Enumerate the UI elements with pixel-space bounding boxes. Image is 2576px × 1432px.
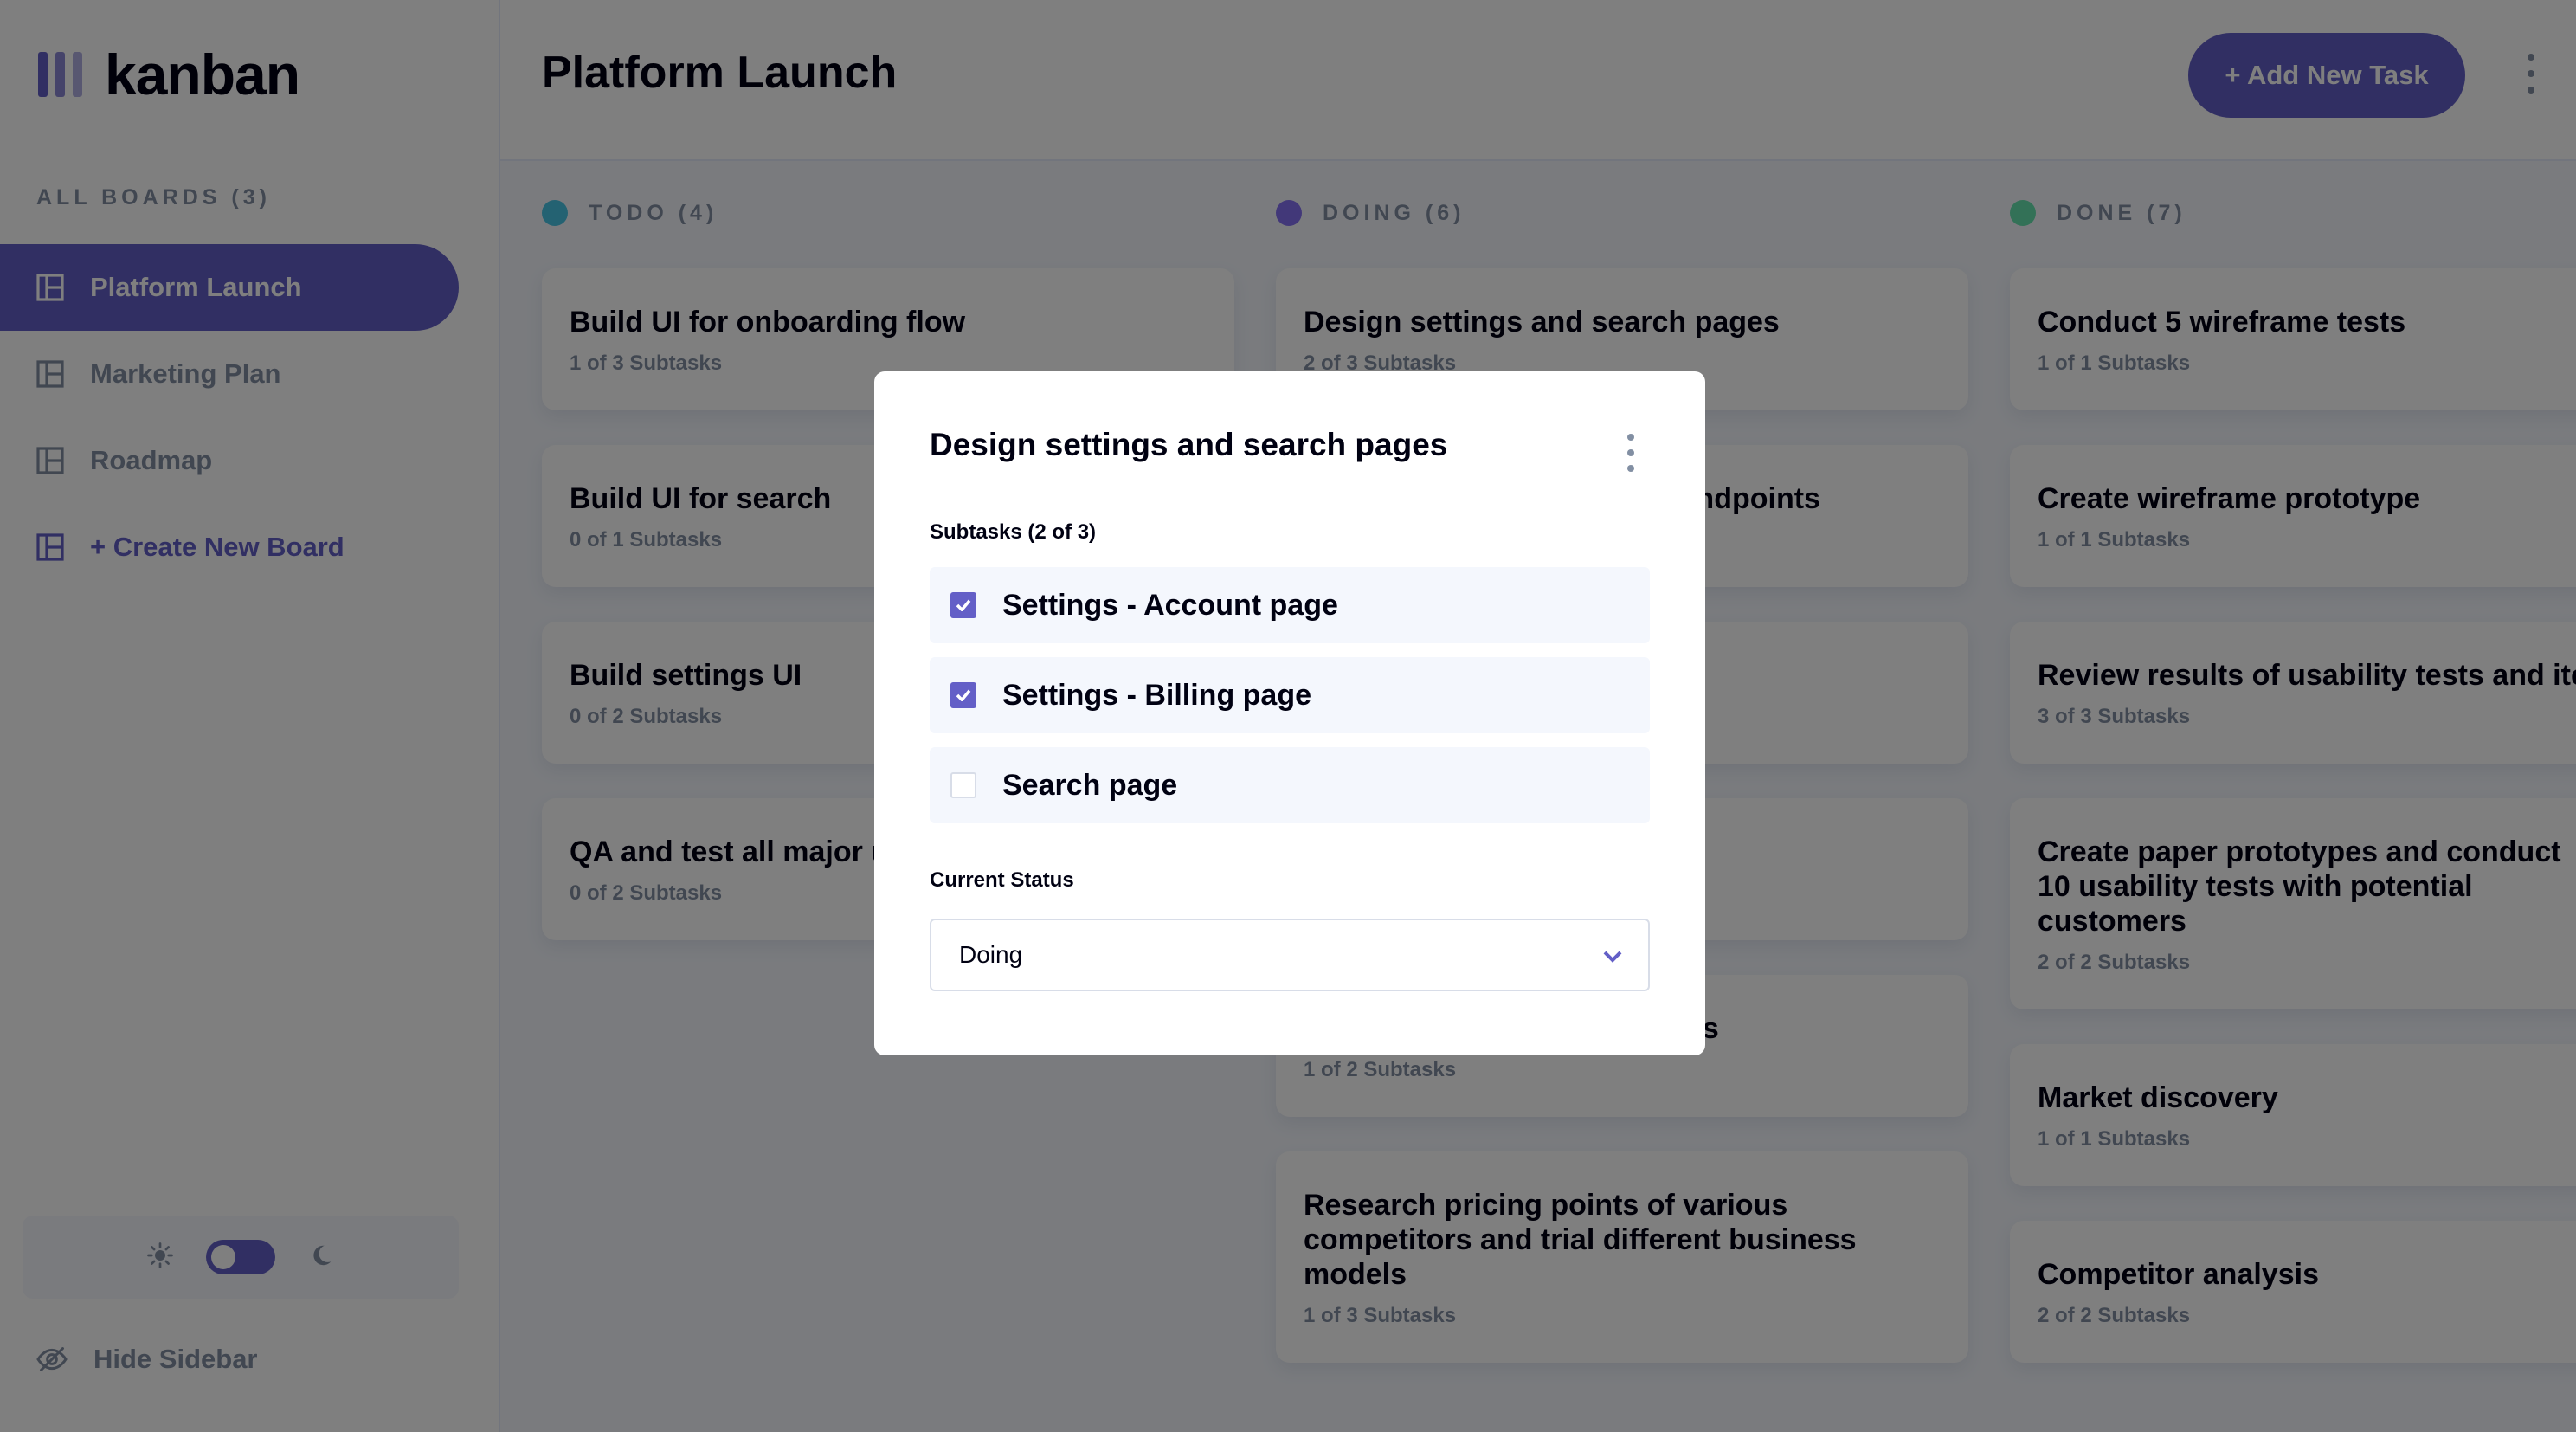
chevron-down-icon: [1603, 941, 1622, 969]
modal-title: Design settings and search pages: [930, 427, 1448, 462]
subtask-item[interactable]: Settings - Billing page: [930, 657, 1650, 733]
subtask-label: Search page: [1002, 768, 1178, 802]
status-select[interactable]: Doing: [930, 919, 1650, 991]
subtasks-label: Subtasks (2 of 3): [930, 520, 1097, 544]
subtask-checkbox[interactable]: [950, 682, 976, 708]
subtask-item[interactable]: Settings - Account page: [930, 567, 1650, 643]
subtask-label: Settings - Billing page: [1002, 678, 1312, 712]
status-value: Doing: [959, 941, 1023, 968]
task-menu-icon[interactable]: [1624, 434, 1638, 472]
task-detail-modal: Design settings and search pages Subtask…: [874, 371, 1705, 1055]
subtask-list: Settings - Account page Settings - Billi…: [930, 567, 1650, 823]
status-label: Current Status: [930, 868, 1074, 892]
subtask-checkbox[interactable]: [950, 772, 976, 798]
subtask-label: Settings - Account page: [1002, 588, 1338, 622]
subtask-item[interactable]: Search page: [930, 747, 1650, 823]
subtask-checkbox[interactable]: [950, 592, 976, 618]
